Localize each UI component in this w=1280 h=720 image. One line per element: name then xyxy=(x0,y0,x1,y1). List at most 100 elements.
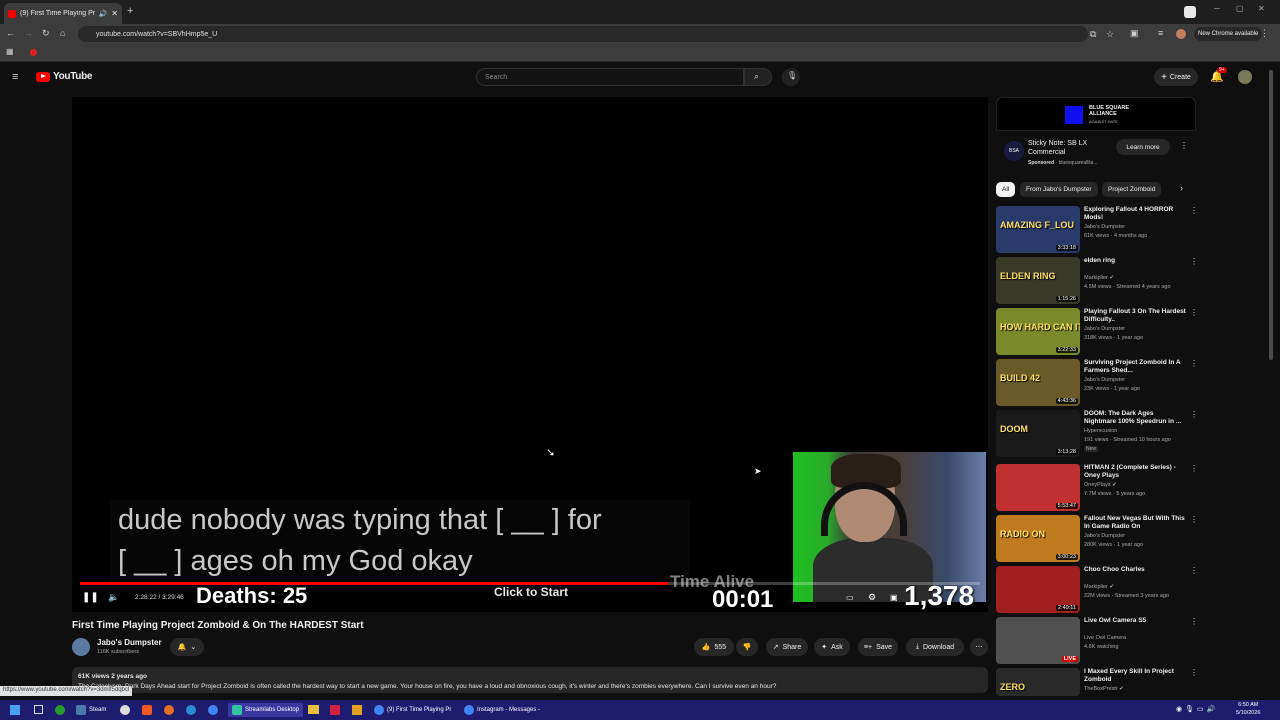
pause-icon[interactable]: ❚❚ xyxy=(82,592,99,603)
new-chrome-available-button[interactable]: New Chrome available xyxy=(1194,27,1263,41)
save-button[interactable]: ≡+ Save xyxy=(858,638,898,656)
recommendation-item[interactable]: 2:49:11 Choo Choo Charles Markiplier ✔ 22M … xyxy=(996,566,1201,614)
recommendation-menu-icon[interactable]: ⋮ xyxy=(1190,668,1198,677)
recommendation-item[interactable]: BUILD 42 4:43:36 Surviving Project Zomboid… xyxy=(996,359,1201,407)
recommendation-thumbnail[interactable]: LIVE xyxy=(996,617,1080,664)
recommendation-item[interactable]: ELDEN RING 1:15:26 elden ring Markiplier ✔ 4… xyxy=(996,257,1201,305)
taskbar-streamlabs[interactable]: Streamlabs Desktop xyxy=(228,703,304,717)
close-tab-icon[interactable]: ✕ xyxy=(111,9,118,18)
recommendation-item[interactable]: DOOM 3:13:28 DOOM: The Dark Ages Nightmare… xyxy=(996,410,1201,458)
channel-avatar[interactable] xyxy=(72,638,90,656)
channel-name[interactable]: Jabo's Dumpster xyxy=(97,638,162,647)
tab-search-icon[interactable] xyxy=(1184,6,1196,18)
recommendation-title[interactable]: Choo Choo Charles xyxy=(1084,566,1186,574)
recommendation-thumbnail[interactable]: ELDEN RING 1:15:26 xyxy=(996,257,1080,304)
recommendation-thumbnail[interactable]: BUILD 42 4:43:36 xyxy=(996,359,1080,406)
voice-search-button[interactable]: 🎙 xyxy=(782,68,800,86)
recommendation-item[interactable]: RADIO ON 3:00:23 Fallout New Vegas But Wit… xyxy=(996,515,1201,563)
forward-icon[interactable]: → xyxy=(24,28,33,38)
taskbar-app-icon-3[interactable] xyxy=(352,705,362,715)
search-button[interactable]: ⌕ xyxy=(744,68,772,86)
create-button[interactable]: + Create xyxy=(1154,68,1198,86)
install-icon[interactable]: ⧉ xyxy=(1090,29,1096,40)
profile-avatar[interactable] xyxy=(1176,29,1186,39)
recommendation-title[interactable]: Surviving Project Zomboid In A Farmers S… xyxy=(1084,359,1186,375)
recommendation-thumbnail[interactable]: AMAZING F_LOU 3:33:18 xyxy=(996,206,1080,253)
learn-more-button[interactable]: Learn more xyxy=(1116,139,1170,155)
video-description[interactable]: 61K views 2 years ago The Cataclysm: Dar… xyxy=(72,667,988,693)
taskbar-clock[interactable]: 6:50 AM 5/10/2026 xyxy=(1236,701,1260,717)
apps-grid-icon[interactable]: ▦ xyxy=(6,47,14,56)
recommendation-title[interactable]: elden ring xyxy=(1084,257,1186,265)
search-input[interactable]: Search xyxy=(476,68,744,86)
file-explorer-icon[interactable] xyxy=(308,705,319,714)
more-actions-button[interactable]: ⋯ xyxy=(970,638,988,656)
recommendation-title[interactable]: Exploring Fallout 4 HORROR Mods! xyxy=(1084,206,1186,222)
bookmark-star-icon[interactable]: ☆ xyxy=(1106,29,1114,40)
hamburger-menu-icon[interactable]: ≡ xyxy=(12,71,18,83)
recommendation-title[interactable]: DOOM: The Dark Ages Nightmare 100% Speed… xyxy=(1084,410,1186,426)
page-scrollbar[interactable] xyxy=(1268,62,1274,700)
dislike-button[interactable]: 👎 xyxy=(736,638,758,656)
taskbar-steam[interactable]: Steam xyxy=(76,703,106,717)
recommendation-thumbnail[interactable]: RADIO ON 3:00:23 xyxy=(996,515,1080,562)
recommendation-thumbnail[interactable]: HOW HARD CAN IT BE? 3:22:33 xyxy=(996,308,1080,355)
recommendation-item[interactable]: LIVE Live Owl Camera S5 Live Owl Camera 4.8… xyxy=(996,617,1201,665)
recommendation-menu-icon[interactable]: ⋮ xyxy=(1190,515,1198,524)
windows-start-icon[interactable] xyxy=(10,705,20,715)
volume-icon[interactable]: 🔈 xyxy=(108,592,119,603)
miniplayer-icon[interactable]: ▣ xyxy=(890,593,898,602)
close-window-button[interactable]: ✕ xyxy=(1258,4,1265,13)
account-avatar[interactable] xyxy=(1238,70,1252,84)
reload-icon[interactable]: ↻ xyxy=(42,28,50,39)
recommendation-menu-icon[interactable]: ⋮ xyxy=(1190,464,1198,473)
recommendation-menu-icon[interactable]: ⋮ xyxy=(1190,257,1198,266)
recommendation-thumbnail[interactable]: 5:53:47 xyxy=(996,464,1080,511)
extensions-icon[interactable]: ▣ xyxy=(1130,28,1139,39)
browser-tab-youtube[interactable]: (9) First Time Playing Proj 🔊 ✕ xyxy=(4,3,122,24)
audio-icon[interactable]: 🔊 xyxy=(99,10,108,18)
subscribed-bell-button[interactable]: 🔔 ⌄ xyxy=(170,638,204,656)
captions-icon[interactable]: ▭ xyxy=(846,593,854,602)
chip-all[interactable]: All xyxy=(996,182,1016,197)
like-button[interactable]: 👍 555 xyxy=(694,638,734,656)
taskbar-app-icon-2[interactable] xyxy=(330,705,340,715)
recommendation-thumbnail[interactable]: 2:49:11 xyxy=(996,566,1080,613)
recommendation-item[interactable]: 5:53:47 HITMAN 2 (Complete Series) - Oney… xyxy=(996,464,1201,512)
recommendation-menu-icon[interactable]: ⋮ xyxy=(1190,359,1198,368)
recommendation-thumbnail[interactable]: ZERO xyxy=(996,668,1080,696)
brave-icon[interactable] xyxy=(142,705,152,715)
chips-next-icon[interactable]: › xyxy=(1180,183,1183,193)
maximize-button[interactable]: ▢ xyxy=(1236,4,1244,13)
recommendation-item[interactable]: HOW HARD CAN IT BE? 3:22:33 Playing Fallou… xyxy=(996,308,1201,356)
sidebar-ad[interactable]: BLUE SQUARE ALLIANCE AGAINST HATE BSA St… xyxy=(996,97,1196,171)
recommendation-title[interactable]: Playing Fallout 3 On The Hardest Difficu… xyxy=(1084,308,1186,324)
minimize-button[interactable]: ─ xyxy=(1214,4,1220,13)
taskbar-app-icon-1[interactable] xyxy=(120,705,130,715)
recommendation-menu-icon[interactable]: ⋮ xyxy=(1190,206,1198,215)
recommendation-item[interactable]: AMAZING F_LOU 3:33:18 Exploring Fallout 4 … xyxy=(996,206,1201,254)
recommendation-title[interactable]: I Maxed Every Skill In Project Zomboid xyxy=(1084,668,1186,684)
new-tab-button[interactable]: + xyxy=(127,5,133,17)
menu-list-icon[interactable]: ≡ xyxy=(1158,28,1163,38)
firefox-icon[interactable] xyxy=(164,705,174,715)
recommendation-menu-icon[interactable]: ⋮ xyxy=(1190,308,1198,317)
recommendation-menu-icon[interactable]: ⋮ xyxy=(1190,566,1198,575)
scrollbar-thumb[interactable] xyxy=(1269,70,1273,360)
ad-menu-icon[interactable]: ⋮ xyxy=(1180,141,1188,150)
recommendation-title[interactable]: Fallout New Vegas But With This In Game … xyxy=(1084,515,1186,531)
taskbar-instagram[interactable]: Instagram - Messages - xyxy=(464,703,540,717)
ask-button[interactable]: ✦ Ask xyxy=(814,638,850,656)
download-button[interactable]: ⤓ Download xyxy=(906,638,964,656)
recommendation-title[interactable]: Live Owl Camera S5 xyxy=(1084,617,1186,625)
back-icon[interactable]: ← xyxy=(6,28,15,38)
chip-project-zomboid[interactable]: Project Zomboid xyxy=(1102,182,1162,197)
chip-from-channel[interactable]: From Jabo's Dumpster xyxy=(1020,182,1098,197)
recommendation-menu-icon[interactable]: ⋮ xyxy=(1190,617,1198,626)
edge-icon[interactable] xyxy=(186,705,196,715)
task-view-icon[interactable] xyxy=(34,705,43,714)
chrome-taskbar-icon[interactable] xyxy=(208,705,218,715)
xbox-icon[interactable] xyxy=(55,705,65,715)
recommendation-title[interactable]: HITMAN 2 (Complete Series) - Oney Plays xyxy=(1084,464,1186,480)
share-button[interactable]: ↗ Share xyxy=(766,638,808,656)
